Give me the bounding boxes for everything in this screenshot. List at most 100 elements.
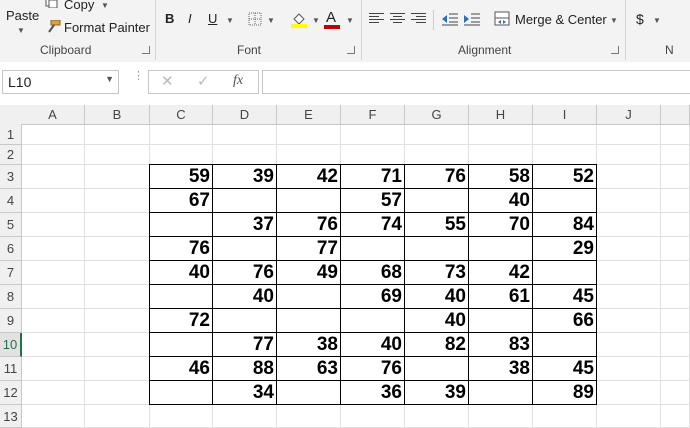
table-cell[interactable] xyxy=(150,381,213,405)
row-header-9[interactable]: 9 xyxy=(0,309,22,333)
table-cell[interactable]: 77 xyxy=(213,333,277,357)
table-cell[interactable] xyxy=(533,333,597,357)
table-cell[interactable]: 40 xyxy=(405,309,469,333)
table-cell[interactable] xyxy=(405,357,469,381)
table-cell[interactable]: 83 xyxy=(469,333,533,357)
table-cell[interactable]: 34 xyxy=(213,381,277,405)
table-cell[interactable]: 76 xyxy=(405,165,469,189)
row-header-3[interactable]: 3 xyxy=(0,165,22,189)
row-header-1[interactable]: 1 xyxy=(0,125,22,145)
row-header-6[interactable]: 6 xyxy=(0,237,22,261)
column-header-c[interactable]: C xyxy=(150,105,213,125)
table-cell[interactable] xyxy=(469,237,533,261)
column-header-f[interactable]: F xyxy=(341,105,405,125)
table-cell[interactable] xyxy=(277,309,341,333)
alignment-launcher-icon[interactable] xyxy=(611,46,619,54)
paste-dropdown-icon[interactable]: ▼ xyxy=(17,26,25,35)
row-header-7[interactable]: 7 xyxy=(0,261,22,285)
table-cell[interactable]: 52 xyxy=(533,165,597,189)
fill-color-icon[interactable] xyxy=(290,10,308,28)
table-cell[interactable] xyxy=(213,237,277,261)
table-cell[interactable]: 63 xyxy=(277,357,341,381)
column-header-g[interactable]: G xyxy=(405,105,469,125)
row-header-8[interactable]: 8 xyxy=(0,285,22,309)
table-cell[interactable] xyxy=(150,285,213,309)
currency-dropdown-icon[interactable]: ▼ xyxy=(653,16,661,25)
row-header-4[interactable]: 4 xyxy=(0,189,22,213)
table-cell[interactable]: 84 xyxy=(533,213,597,237)
clipboard-launcher-icon[interactable] xyxy=(142,46,150,54)
table-cell[interactable]: 45 xyxy=(533,285,597,309)
table-cell[interactable]: 58 xyxy=(469,165,533,189)
table-cell[interactable] xyxy=(277,285,341,309)
select-all-corner[interactable] xyxy=(0,105,22,126)
table-cell[interactable] xyxy=(405,189,469,213)
table-cell[interactable] xyxy=(213,309,277,333)
row-header-10[interactable]: 10 xyxy=(0,333,22,357)
column-header-d[interactable]: D xyxy=(213,105,277,125)
table-cell[interactable]: 38 xyxy=(277,333,341,357)
column-header-b[interactable]: B xyxy=(85,105,150,125)
row-header-11[interactable]: 11 xyxy=(0,357,22,381)
table-cell[interactable]: 77 xyxy=(277,237,341,261)
table-cell[interactable] xyxy=(277,381,341,405)
table-cell[interactable]: 71 xyxy=(341,165,405,189)
table-cell[interactable]: 73 xyxy=(405,261,469,285)
table-cell[interactable]: 68 xyxy=(341,261,405,285)
table-cell[interactable]: 82 xyxy=(405,333,469,357)
table-cell[interactable]: 61 xyxy=(469,285,533,309)
table-cell[interactable] xyxy=(469,381,533,405)
row-header-2[interactable]: 2 xyxy=(0,145,22,165)
column-header-i[interactable]: I xyxy=(533,105,597,125)
table-cell[interactable]: 40 xyxy=(341,333,405,357)
name-box[interactable]: L10 ▼ xyxy=(2,70,119,94)
table-cell[interactable]: 40 xyxy=(213,285,277,309)
table-cell[interactable] xyxy=(533,189,597,213)
enter-icon[interactable]: ✓ xyxy=(197,72,210,90)
table-cell[interactable]: 88 xyxy=(213,357,277,381)
table-cell[interactable]: 38 xyxy=(469,357,533,381)
table-cell[interactable] xyxy=(277,189,341,213)
underline-button[interactable]: U xyxy=(208,11,217,26)
font-launcher-icon[interactable] xyxy=(347,46,355,54)
table-cell[interactable]: 70 xyxy=(469,213,533,237)
table-cell[interactable]: 45 xyxy=(533,357,597,381)
table-cell[interactable]: 72 xyxy=(150,309,213,333)
table-cell[interactable]: 89 xyxy=(533,381,597,405)
table-cell[interactable]: 67 xyxy=(150,189,213,213)
table-cell[interactable]: 59 xyxy=(150,165,213,189)
table-cell[interactable] xyxy=(150,213,213,237)
insert-function-icon[interactable]: fx xyxy=(233,73,243,89)
column-header-partial[interactable] xyxy=(661,105,690,125)
row-header-12[interactable]: 12 xyxy=(0,381,22,405)
table-cell[interactable]: 40 xyxy=(405,285,469,309)
borders-dropdown-icon[interactable]: ▼ xyxy=(267,16,275,25)
table-cell[interactable]: 76 xyxy=(213,261,277,285)
italic-button[interactable]: I xyxy=(188,11,192,26)
name-box-dropdown-icon[interactable]: ▼ xyxy=(105,74,114,84)
column-header-j[interactable]: J xyxy=(597,105,661,125)
copy-button[interactable]: Copy xyxy=(64,0,94,12)
column-header-h[interactable]: H xyxy=(469,105,533,125)
format-painter-button[interactable]: Format Painter xyxy=(64,20,150,35)
cancel-icon[interactable]: ✕ xyxy=(161,72,174,90)
align-center-icon[interactable] xyxy=(390,13,405,25)
column-header-e[interactable]: E xyxy=(277,105,341,125)
table-cell[interactable]: 57 xyxy=(341,189,405,213)
underline-dropdown-icon[interactable]: ▼ xyxy=(226,16,234,25)
formula-input[interactable] xyxy=(262,70,690,94)
table-cell[interactable] xyxy=(405,237,469,261)
increase-indent-icon[interactable] xyxy=(463,12,481,26)
column-header-a[interactable]: A xyxy=(21,105,85,125)
row-header-5[interactable]: 5 xyxy=(0,213,22,237)
table-cell[interactable]: 46 xyxy=(150,357,213,381)
decrease-indent-icon[interactable] xyxy=(441,12,459,26)
font-color-dropdown-icon[interactable]: ▼ xyxy=(346,16,354,25)
row-header-13[interactable]: 13 xyxy=(0,405,22,428)
table-cell[interactable] xyxy=(341,309,405,333)
fill-color-dropdown-icon[interactable]: ▼ xyxy=(312,16,320,25)
table-cell[interactable]: 36 xyxy=(341,381,405,405)
table-cell[interactable]: 40 xyxy=(150,261,213,285)
table-cell[interactable]: 49 xyxy=(277,261,341,285)
merge-center-button[interactable]: Merge & Center xyxy=(515,12,607,27)
